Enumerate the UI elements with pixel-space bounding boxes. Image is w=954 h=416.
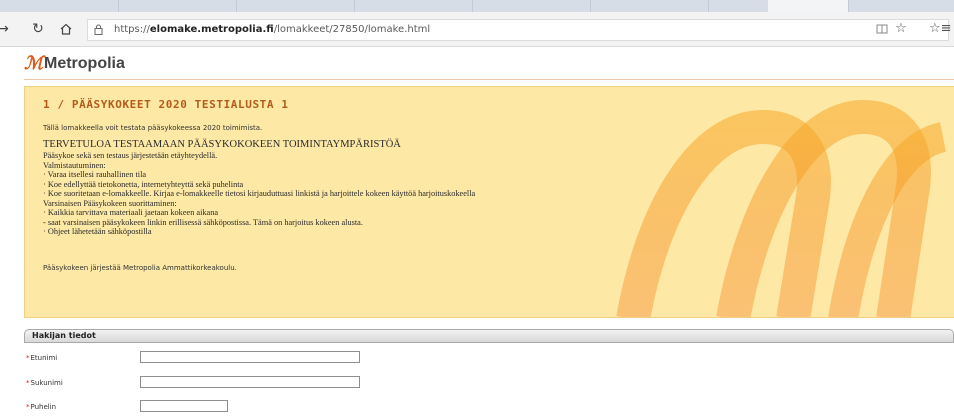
first-name-label: *Etunimi	[26, 354, 58, 362]
info-line: · Koe edellyttää tietokonetta, internety…	[43, 179, 244, 189]
info-line: · Koe suoritetaan e-lomakkeelle. Kirjaa …	[43, 189, 476, 198]
info-line: Valmistautuminen:	[43, 160, 106, 170]
info-line: · Ohjeet lähetetään sähköpostilla	[43, 227, 152, 236]
required-marker: *	[26, 379, 30, 387]
info-heading: TERVETULOA TESTAAMAAN PÄÄSYKOKOKEEN TOIM…	[43, 139, 401, 150]
info-line: Pääsykoe sekä sen testaus järjestetään e…	[43, 151, 218, 160]
info-line: - saat varsinaisen pääsykokeen linkin er…	[43, 217, 363, 227]
applicant-info-section-header: Hakijan tiedot	[24, 329, 954, 343]
info-footer: Pääsykokeen järjestää Metropolia Ammatti…	[43, 264, 237, 272]
reading-view-icon[interactable]	[873, 20, 891, 38]
browser-tab-strip	[0, 0, 954, 12]
browser-tab-active[interactable]	[768, 0, 849, 12]
first-name-input[interactable]	[140, 351, 360, 363]
phone-label: *Puhelin	[26, 403, 57, 411]
required-marker: *	[26, 354, 30, 362]
browser-tab[interactable]	[472, 0, 591, 12]
last-name-label: *Sukunimi	[26, 379, 63, 387]
browser-tab[interactable]	[236, 0, 355, 12]
back-arrow-icon[interactable]: →	[0, 20, 12, 38]
address-bar[interactable]: https://elomake.metropolia.fi/lomakkeet/…	[87, 19, 949, 41]
phone-input[interactable]	[140, 400, 228, 412]
home-icon[interactable]	[57, 20, 75, 38]
browser-tab[interactable]	[0, 0, 119, 12]
metropolia-logo-mark-icon: ℳ	[24, 53, 43, 74]
browser-tab[interactable]	[118, 0, 237, 12]
decorative-arches-graphic	[616, 99, 948, 317]
header-divider	[24, 79, 954, 80]
info-intro: Tällä lomakkeella voit testata pääsykoke…	[43, 124, 263, 132]
address-url: https://elomake.metropolia.fi/lomakkeet/…	[114, 24, 431, 35]
required-marker: *	[26, 403, 30, 411]
info-title: 1 / PÄÄSYKOKEET 2020 TESTIALUSTA 1	[43, 98, 289, 111]
browser-toolbar: → ↻ https://elomake.metropolia.fi/lomakk…	[0, 12, 954, 47]
refresh-icon[interactable]: ↻	[29, 20, 47, 38]
info-panel: 1 / PÄÄSYKOKEET 2020 TESTIALUSTA 1 Tällä…	[24, 86, 954, 318]
section-title: Hakijan tiedot	[32, 331, 96, 340]
info-line: · Varaa itsellesi rauhallinen tila	[43, 170, 147, 179]
last-name-input[interactable]	[140, 376, 360, 388]
browser-tab[interactable]	[354, 0, 473, 12]
metropolia-logo-text: Metropolia	[44, 55, 125, 72]
favorite-star-icon[interactable]: ☆	[892, 20, 910, 38]
info-line: Varsinaisen Pääsykokeen suorittaminen:	[43, 198, 177, 208]
info-line: · Kaikkia tarvittava materiaali jaetaan …	[43, 208, 219, 217]
info-body: TERVETULOA TESTAAMAAN PÄÄSYKOKOKEEN TOIM…	[43, 139, 475, 237]
browser-tab[interactable]	[590, 0, 709, 12]
favorites-list-icon[interactable]: ☆≡	[929, 20, 952, 38]
lock-icon	[94, 20, 103, 43]
